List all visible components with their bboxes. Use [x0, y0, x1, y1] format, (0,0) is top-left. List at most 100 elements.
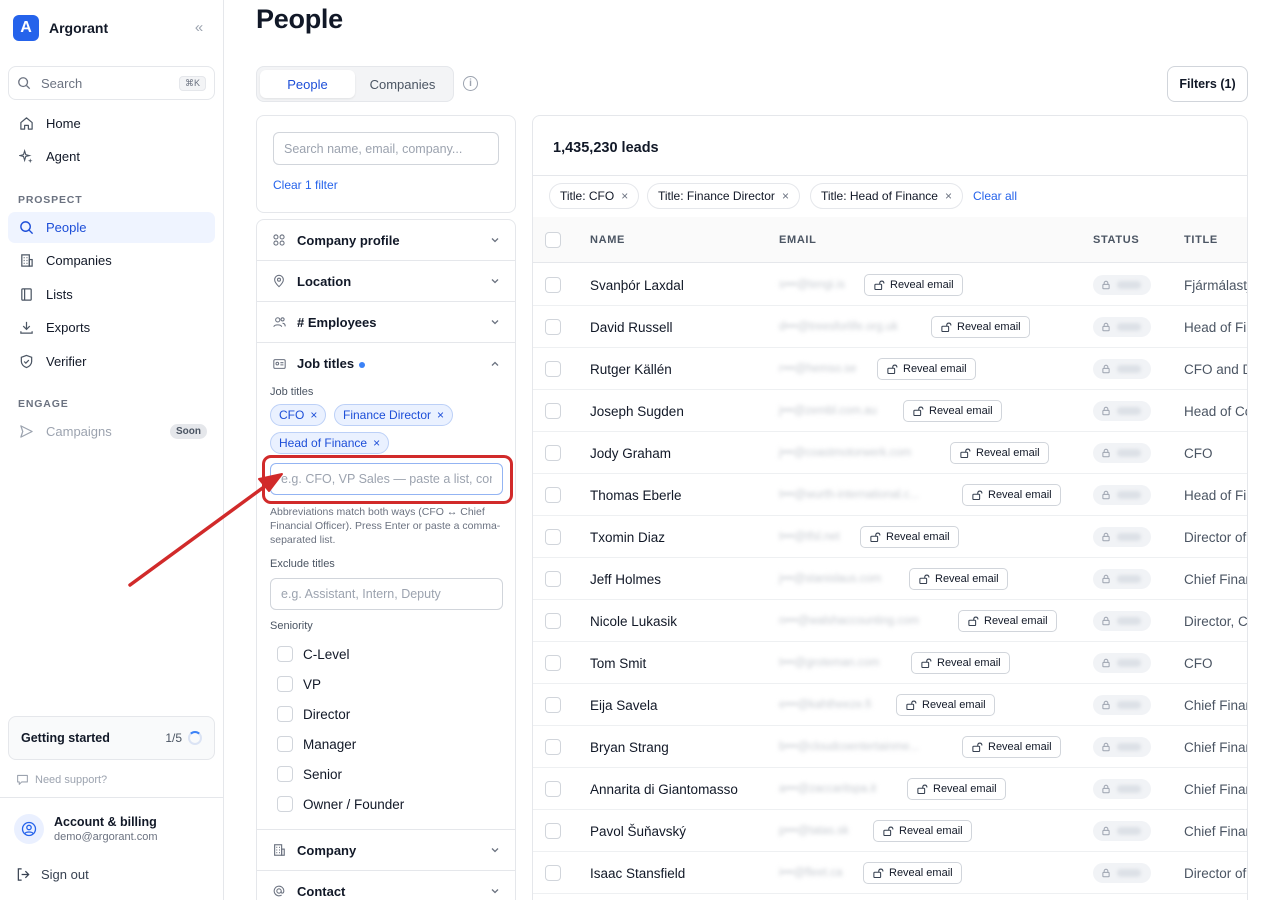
- remove-chip-icon[interactable]: ×: [373, 436, 380, 450]
- reveal-email-button[interactable]: Reveal email: [950, 442, 1049, 464]
- reveal-email-button[interactable]: Reveal email: [962, 484, 1061, 506]
- reveal-email-button[interactable]: Reveal email: [873, 820, 972, 842]
- row-checkbox[interactable]: [545, 865, 561, 881]
- seniority-option[interactable]: VP: [277, 676, 321, 692]
- remove-filter-icon[interactable]: ×: [945, 189, 952, 203]
- reveal-email-button[interactable]: Reveal email: [903, 400, 1002, 422]
- table-row[interactable]: Bryan Strang b•••@cloudcoentertainme... Re…: [533, 726, 1247, 768]
- accordion-location[interactable]: Location: [257, 261, 515, 302]
- accordion-contact[interactable]: Contact: [257, 871, 515, 900]
- remove-chip-icon[interactable]: ×: [437, 408, 444, 422]
- collapse-sidebar-icon[interactable]: «: [190, 19, 208, 37]
- seniority-option[interactable]: Director: [277, 706, 350, 722]
- exclude-titles-input[interactable]: [270, 578, 503, 610]
- accordion-job-titles[interactable]: Job titles: [257, 343, 515, 384]
- reveal-email-button[interactable]: Reveal email: [896, 694, 995, 716]
- row-checkbox[interactable]: [545, 277, 561, 293]
- row-checkbox[interactable]: [545, 319, 561, 335]
- tab-people[interactable]: People: [260, 70, 355, 98]
- table-row[interactable]: Isaac Stansfield i•••@fleet.ca Reveal emai…: [533, 852, 1247, 894]
- sidebar-item-people[interactable]: People: [8, 212, 215, 243]
- sidebar-item-campaigns[interactable]: Campaigns Soon: [8, 416, 215, 447]
- row-checkbox[interactable]: [545, 697, 561, 713]
- checkbox[interactable]: [277, 736, 293, 752]
- accordion-company-profile[interactable]: Company profile: [257, 220, 515, 261]
- reveal-email-button[interactable]: Reveal email: [911, 652, 1010, 674]
- reveal-email-button[interactable]: Reveal email: [931, 316, 1030, 338]
- remove-filter-icon[interactable]: ×: [621, 189, 628, 203]
- sidebar-item-exports[interactable]: Exports: [8, 312, 215, 343]
- checkbox[interactable]: [277, 646, 293, 662]
- account-billing[interactable]: Account & billing demo@argorant.com: [14, 814, 158, 844]
- reveal-email-button[interactable]: Reveal email: [860, 526, 959, 548]
- table-row[interactable]: Svanþór Laxdal s•••@tengi.is Reveal email F…: [533, 264, 1247, 306]
- sidebar-search[interactable]: Search ⌘K: [8, 66, 215, 100]
- row-checkbox[interactable]: [545, 781, 561, 797]
- clear-all-link[interactable]: Clear all: [973, 189, 1017, 203]
- row-checkbox[interactable]: [545, 361, 561, 377]
- table-row[interactable]: Tom Smit t•••@groteman.com Reveal email CFO: [533, 642, 1247, 684]
- table-row[interactable]: Pavol Šuňavský p•••@tatas.sk Reveal email C…: [533, 810, 1247, 852]
- seniority-option[interactable]: Manager: [277, 736, 356, 752]
- table-row[interactable]: Txomin Diaz t•••@tfsl.net Reveal email Dire…: [533, 516, 1247, 558]
- sidebar-item-lists[interactable]: Lists: [8, 279, 215, 310]
- row-checkbox[interactable]: [545, 571, 561, 587]
- table-row[interactable]: Eija Savela e•••@kahtheeze.fi Reveal email…: [533, 684, 1247, 726]
- table-row[interactable]: Jeff Holmes j•••@stanislaus.com Reveal ema…: [533, 558, 1247, 600]
- checkbox[interactable]: [277, 676, 293, 692]
- reveal-email-button[interactable]: Reveal email: [962, 736, 1061, 758]
- sidebar-item-label: Campaigns: [46, 424, 112, 439]
- tab-companies[interactable]: Companies: [355, 70, 450, 98]
- row-checkbox[interactable]: [545, 529, 561, 545]
- row-checkbox[interactable]: [545, 739, 561, 755]
- column-header-title[interactable]: TITLE: [1184, 234, 1218, 246]
- sidebar-item-companies[interactable]: Companies: [8, 245, 215, 276]
- checkbox[interactable]: [277, 706, 293, 722]
- seniority-option[interactable]: C-Level: [277, 646, 350, 662]
- sidebar-item-verifier[interactable]: Verifier: [8, 346, 215, 377]
- sidebar-item-agent[interactable]: Agent: [8, 141, 215, 172]
- reveal-email-button[interactable]: Reveal email: [877, 358, 976, 380]
- table-row[interactable]: David Russell d•••@treesforlife.org.uk Rev…: [533, 306, 1247, 348]
- brand[interactable]: A Argorant: [13, 15, 108, 41]
- reveal-email-button[interactable]: Reveal email: [864, 274, 963, 296]
- table-row[interactable]: Joseph Sugden j•••@zembl.com.au Reveal ema…: [533, 390, 1247, 432]
- select-all-checkbox[interactable]: [545, 232, 561, 248]
- remove-chip-icon[interactable]: ×: [310, 408, 317, 422]
- reveal-email-button[interactable]: Reveal email: [958, 610, 1057, 632]
- filters-button[interactable]: Filters (1): [1167, 66, 1248, 102]
- row-checkbox[interactable]: [545, 823, 561, 839]
- seniority-option[interactable]: Senior: [277, 766, 342, 782]
- title-chip-label: Head of Finance: [279, 436, 368, 450]
- sidebar-item-home[interactable]: Home: [8, 108, 215, 139]
- checkbox[interactable]: [277, 796, 293, 812]
- row-checkbox[interactable]: [545, 487, 561, 503]
- seniority-option[interactable]: Owner / Founder: [277, 796, 404, 812]
- accordion-company[interactable]: Company: [257, 830, 515, 871]
- clear-filter-link[interactable]: Clear 1 filter: [273, 178, 338, 192]
- reveal-email-button[interactable]: Reveal email: [907, 778, 1006, 800]
- getting-started-card[interactable]: Getting started 1/5: [8, 716, 215, 760]
- table-row[interactable]: Nicole Lukasik n•••@walshaccounting.com Re…: [533, 600, 1247, 642]
- column-header-email[interactable]: EMAIL: [779, 234, 817, 246]
- column-header-status[interactable]: STATUS: [1093, 234, 1139, 246]
- table-row[interactable]: Thomas Eberle t•••@wurth-international.c.…: [533, 474, 1247, 516]
- filter-search-input[interactable]: [273, 132, 499, 165]
- row-checkbox[interactable]: [545, 655, 561, 671]
- column-header-name[interactable]: NAME: [590, 234, 625, 246]
- reveal-email-button[interactable]: Reveal email: [909, 568, 1008, 590]
- row-checkbox[interactable]: [545, 403, 561, 419]
- table-row[interactable]: Rutger Källén r•••@hemso.se Reveal email CF…: [533, 348, 1247, 390]
- progress-ring-icon: [188, 731, 202, 745]
- info-icon[interactable]: i: [463, 76, 478, 91]
- row-checkbox[interactable]: [545, 613, 561, 629]
- sign-out-button[interactable]: Sign out: [16, 867, 89, 882]
- reveal-email-button[interactable]: Reveal email: [863, 862, 962, 884]
- table-row[interactable]: Annarita di Giantomasso a•••@zaccaritspa.…: [533, 768, 1247, 810]
- row-checkbox[interactable]: [545, 445, 561, 461]
- accordion-employees[interactable]: # Employees: [257, 302, 515, 343]
- checkbox[interactable]: [277, 766, 293, 782]
- table-row[interactable]: Jody Graham j•••@coastmotorwerk.com Reveal…: [533, 432, 1247, 474]
- need-support-link[interactable]: Need support?: [16, 773, 107, 786]
- remove-filter-icon[interactable]: ×: [782, 189, 789, 203]
